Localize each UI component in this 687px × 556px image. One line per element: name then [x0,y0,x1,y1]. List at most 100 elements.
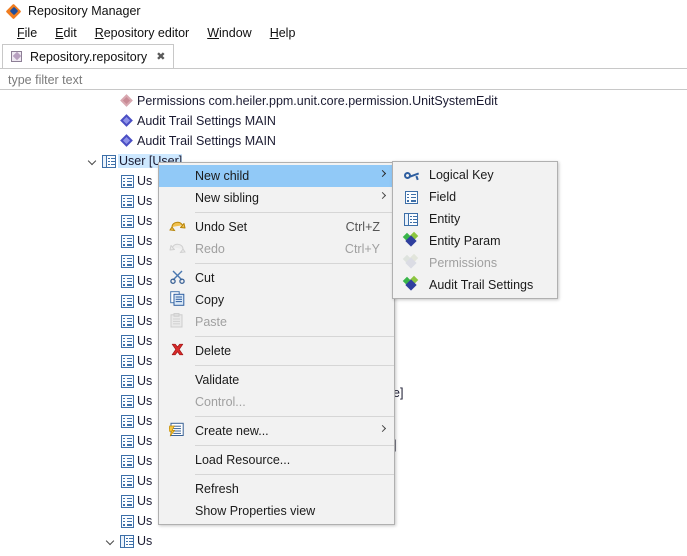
tree-twisty-empty [104,291,118,311]
menu-item-permissions: Permissions [393,252,557,274]
menu-item-label: Entity Param [429,234,501,248]
menu-item-paste: Paste [159,311,394,333]
tree-row-icon [118,114,136,128]
application-window: Repository Manager File Edit Repository … [0,0,687,556]
tree-row-icon [118,434,136,448]
context-menu[interactable]: New child New sibling Undo Set Ctrl+Z Redo Ct… [158,162,395,525]
menu-item-icon [393,212,429,226]
menu-item-label: New child [195,169,250,183]
menu-item-new-child[interactable]: New child [159,165,394,187]
menu-item-validate[interactable]: Validate [159,369,394,391]
menu-item-show-properties-view[interactable]: Show Properties view [159,500,394,522]
menu-item-undo-set[interactable]: Undo Set Ctrl+Z [159,216,394,238]
tree-row-label: Us [137,534,153,548]
tree-row-icon [118,194,136,208]
redo-icon [169,240,186,258]
menu-item-label: Delete [195,344,232,358]
tree-twisty-empty [104,471,118,491]
tree-twisty-empty [104,311,118,331]
field-icon [120,474,134,488]
menu-item-cut[interactable]: Cut [159,267,394,289]
permissions-diamond-icon [120,94,134,108]
create-new-icon [168,422,185,440]
menu-repository-editor[interactable]: Repository editor [86,25,199,41]
field-icon [120,414,134,428]
menu-item-shortcut: Ctrl+Y [344,242,380,256]
menu-item-entity-param[interactable]: Entity Param [393,230,557,252]
tree-row[interactable]: Us [0,531,687,551]
field-icon [120,294,134,308]
tree-row-icon [118,274,136,288]
menu-item-new-sibling[interactable]: New sibling [159,187,394,209]
menu-item-copy[interactable]: Copy [159,289,394,311]
tree-row[interactable]: Audit Trail Settings MAIN [0,131,687,151]
tree-twisty-empty [104,231,118,251]
menu-item-label: Undo Set [195,220,248,234]
tree-twisty-empty [122,551,136,556]
sparkle-green-icon [402,231,419,248]
entity-icon [404,212,418,226]
tree-twisty-empty [104,271,118,291]
menu-window[interactable]: Window [198,25,260,41]
tree-row-icon [118,454,136,468]
entity-icon [102,154,116,168]
filter-input[interactable] [6,71,666,88]
tree-row-icon [118,334,136,348]
tree-row[interactable]: Permissions com.heiler.ppm.unit.core.per… [0,91,687,111]
menu-edit[interactable]: Edit [46,25,86,41]
tree-row-label: Audit Trail Settings MAIN [137,114,276,128]
menu-item-delete[interactable]: Delete [159,340,394,362]
menu-item-audit-trail-settings[interactable]: Audit Trail Settings [393,274,557,296]
menu-item-label: Load Resource... [195,453,291,467]
tree-twisty-empty [104,511,118,531]
menu-item-field[interactable]: Field [393,186,557,208]
tree-twisty-empty [104,371,118,391]
app-diamond-icon [5,3,22,19]
chevron-down-icon[interactable] [86,151,100,171]
tree-row-label: Us [137,314,153,328]
menu-separator [195,212,394,213]
tree-row-icon [118,374,136,388]
tree-row[interactable]: Audit Trail Settings MAIN [0,111,687,131]
chevron-down-icon[interactable] [104,531,118,551]
tree-twisty-empty [104,191,118,211]
tree-row-label: Us [137,414,153,428]
menu-item-label: Permissions [429,256,498,270]
field-icon [120,454,134,468]
tree-row-label: Us [137,334,153,348]
field-icon [404,190,418,204]
new-child-submenu[interactable]: Logical Key Field Entity Entity Param Permis… [392,161,558,299]
menu-item-icon [159,218,195,236]
tree-row[interactable] [0,551,687,556]
tree-row-label: Us [137,454,153,468]
menu-item-create-new[interactable]: Create new... [159,420,394,442]
title-bar: Repository Manager [0,0,687,22]
menu-item-shortcut: Ctrl+Z [345,220,380,234]
menu-separator [195,416,394,417]
menu-item-label: Copy [195,293,225,307]
tree-row-icon [118,94,136,108]
close-icon[interactable]: ✖ [156,50,165,63]
menu-item-entity[interactable]: Entity [393,208,557,230]
menu-item-load-resource[interactable]: Load Resource... [159,449,394,471]
field-icon [120,174,134,188]
menu-separator [195,263,394,264]
menu-help[interactable]: Help [261,25,305,41]
tree-row-icon [118,294,136,308]
menu-file[interactable]: File [8,25,46,41]
tree-row-label: Us [137,254,153,268]
tree-twisty-empty [104,411,118,431]
paste-icon [170,313,185,331]
menu-item-redo: Redo Ctrl+Y [159,238,394,260]
tree-row-icon [118,394,136,408]
tab-repository-repository[interactable]: Repository.repository ✖ [2,44,175,68]
menu-item-control: Control... [159,391,394,413]
menu-item-logical-key[interactable]: Logical Key [393,164,557,186]
field-icon [120,234,134,248]
field-icon [120,194,134,208]
menu-separator [195,336,394,337]
menu-item-refresh[interactable]: Refresh [159,478,394,500]
menu-item-label: Refresh [195,482,239,496]
menu-item-icon [393,231,429,248]
menu-item-label: Validate [195,373,240,387]
